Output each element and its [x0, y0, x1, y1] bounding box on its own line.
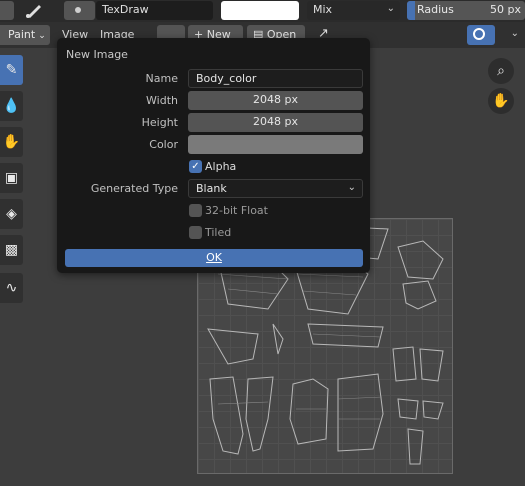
chevron-down-icon: ⌄: [347, 182, 356, 193]
generated-type-value: Blank: [196, 182, 227, 195]
tiled-label: Tiled: [205, 226, 232, 239]
mode-selector-edge[interactable]: [0, 1, 14, 20]
tiled-checkbox[interactable]: [189, 226, 202, 239]
annotate-icon[interactable]: ∿: [0, 273, 23, 303]
dialog-title: New Image: [66, 48, 128, 61]
clone-icon[interactable]: ▣: [0, 163, 23, 193]
ok-button[interactable]: OK: [65, 249, 363, 267]
float-checkbox[interactable]: [189, 204, 202, 217]
blend-mode-select[interactable]: Mix ⌄: [307, 1, 400, 20]
generated-type-label: Generated Type: [90, 182, 178, 195]
zoom-icon[interactable]: ⌕: [488, 58, 514, 84]
brush-color-swatch[interactable]: [221, 1, 299, 20]
generated-type-select[interactable]: Blank ⌄: [188, 179, 363, 198]
color-field[interactable]: [188, 135, 363, 154]
width-field[interactable]: 2048 px: [188, 91, 363, 110]
mask-icon[interactable]: ▩: [0, 235, 23, 265]
new-image-dialog: New Image Name Body_color Width 2048 px …: [57, 38, 370, 273]
name-label: Name: [145, 72, 178, 85]
chevron-down-icon[interactable]: ⌄: [511, 28, 519, 39]
name-field[interactable]: Body_color: [188, 69, 363, 88]
smear-icon[interactable]: ✋: [0, 127, 23, 157]
overlay-toggle-button[interactable]: [467, 25, 495, 45]
fill-icon[interactable]: ◈: [0, 199, 23, 229]
brush-preview-icon[interactable]: [64, 1, 95, 20]
draw-brush-icon[interactable]: ✎: [0, 55, 23, 85]
radius-slider-fill: [407, 1, 415, 20]
blend-mode-value: Mix: [313, 3, 333, 16]
alpha-label: Alpha: [205, 160, 237, 173]
radius-slider[interactable]: Radius 50 px: [407, 1, 525, 20]
height-label: Height: [141, 116, 178, 129]
pan-hand-icon[interactable]: ✋: [488, 88, 514, 114]
width-label: Width: [146, 94, 178, 107]
float-label: 32-bit Float: [205, 204, 268, 217]
tool-header: TexDraw Mix ⌄ Radius 50 px: [0, 0, 525, 22]
chevron-down-icon: ⌄: [38, 31, 46, 41]
paint-mode-select[interactable]: Paint ⌄: [0, 25, 50, 45]
height-field[interactable]: 2048 px: [188, 113, 363, 132]
brush-name-field[interactable]: TexDraw: [96, 1, 213, 20]
chevron-down-icon: ⌄: [386, 3, 395, 14]
radius-label: Radius: [417, 3, 454, 16]
overlay-icon: [473, 28, 485, 40]
soften-icon[interactable]: 💧: [0, 91, 23, 121]
color-label: Color: [149, 138, 178, 151]
brush-tool-icon[interactable]: [22, 1, 48, 20]
alpha-checkbox[interactable]: ✓: [189, 160, 202, 173]
paint-mode-label: Paint: [8, 28, 36, 41]
radius-value: 50 px: [490, 3, 521, 16]
